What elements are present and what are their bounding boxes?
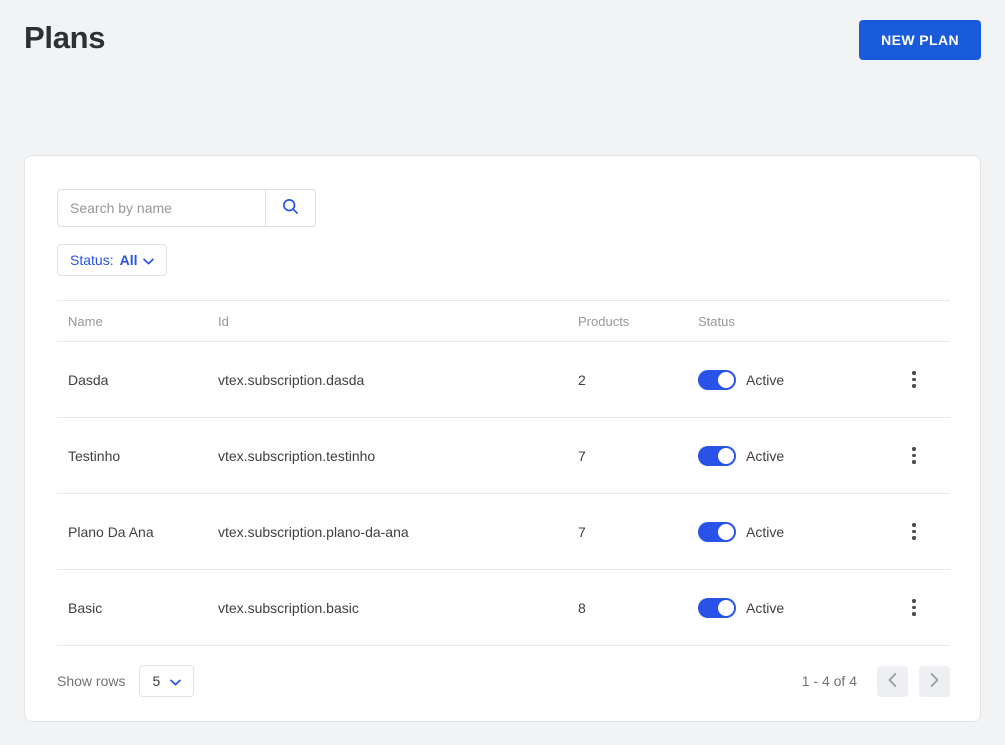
status-toggle[interactable] [698, 370, 736, 390]
column-header-name: Name [57, 314, 218, 329]
search-input[interactable] [58, 190, 265, 226]
status-label: Active [746, 524, 784, 540]
table-header-row: Name Id Products Status [57, 300, 950, 342]
table-body: Dasdavtex.subscription.dasda2ActiveTesti… [57, 342, 950, 646]
status-label: Active [746, 600, 784, 616]
cell-name: Dasda [57, 372, 218, 388]
rows-per-page-select[interactable]: 5 [139, 665, 194, 697]
cell-name: Basic [57, 600, 218, 616]
cell-id: vtex.subscription.plano-da-ana [218, 524, 578, 540]
toggle-knob [718, 524, 734, 540]
cell-products: 7 [578, 524, 698, 540]
plans-card: Status: All Name Id Products Status [24, 155, 981, 722]
new-plan-button[interactable]: NEW PLAN [859, 20, 981, 60]
table-row[interactable]: Plano Da Anavtex.subscription.plano-da-a… [57, 494, 950, 570]
status-toggle[interactable] [698, 522, 736, 542]
row-menu-button[interactable] [900, 518, 928, 546]
table-row[interactable]: Testinhovtex.subscription.testinho7 Activ… [57, 418, 950, 494]
column-header-id: Id [218, 314, 578, 329]
cell-name: Plano Da Ana [57, 524, 218, 540]
table-footer: Show rows 5 1 - 4 of 4 [57, 646, 950, 716]
status-filter-button[interactable]: Status: All [57, 244, 167, 276]
chevron-left-icon [888, 673, 897, 690]
previous-page-button[interactable] [877, 666, 908, 697]
plans-page: Plans NEW PLAN [0, 0, 1005, 745]
status-filter-value: All [120, 252, 138, 268]
row-menu-button[interactable] [900, 442, 928, 470]
cell-id: vtex.subscription.dasda [218, 372, 578, 388]
page-title: Plans [24, 18, 105, 58]
cell-actions [878, 366, 950, 394]
column-header-products: Products [578, 314, 698, 329]
plans-table: Name Id Products Status Dasdavtex.subscr… [57, 300, 950, 646]
cell-actions [878, 442, 950, 470]
card-content: Status: All Name Id Products Status [25, 156, 980, 716]
page-header: Plans NEW PLAN [0, 0, 1005, 120]
cell-id: vtex.subscription.basic [218, 600, 578, 616]
toggle-knob [718, 372, 734, 388]
column-header-status: Status [698, 314, 878, 329]
cell-id: vtex.subscription.testinho [218, 448, 578, 464]
rows-per-page-value: 5 [152, 673, 160, 689]
cell-actions [878, 594, 950, 622]
status-toggle[interactable] [698, 598, 736, 618]
next-page-button[interactable] [919, 666, 950, 697]
rows-per-page-group: Show rows 5 [57, 665, 194, 697]
cell-products: 8 [578, 600, 698, 616]
status-label: Active [746, 372, 784, 388]
status-toggle[interactable] [698, 446, 736, 466]
search-box [57, 189, 316, 227]
cell-status: Active [698, 370, 878, 390]
pagination-group: 1 - 4 of 4 [802, 666, 950, 697]
search-row [57, 189, 948, 227]
cell-status: Active [698, 446, 878, 466]
show-rows-label: Show rows [57, 673, 125, 689]
search-icon [282, 198, 299, 218]
chevron-down-icon [170, 673, 181, 689]
cell-products: 7 [578, 448, 698, 464]
cell-name: Testinho [57, 448, 218, 464]
toggle-knob [718, 600, 734, 616]
chevron-down-icon [143, 252, 154, 268]
toggle-knob [718, 448, 734, 464]
cell-status: Active [698, 598, 878, 618]
table-row[interactable]: Basicvtex.subscription.basic8 Active [57, 570, 950, 646]
cell-actions [878, 518, 950, 546]
table-row[interactable]: Dasdavtex.subscription.dasda2 Active [57, 342, 950, 418]
pagination-range: 1 - 4 of 4 [802, 673, 857, 689]
status-label: Active [746, 448, 784, 464]
row-menu-button[interactable] [900, 366, 928, 394]
search-button[interactable] [265, 190, 315, 226]
row-menu-button[interactable] [900, 594, 928, 622]
cell-status: Active [698, 522, 878, 542]
filter-row: Status: All [57, 244, 948, 276]
chevron-right-icon [930, 673, 939, 690]
status-filter-label: Status: [70, 252, 114, 268]
cell-products: 2 [578, 372, 698, 388]
